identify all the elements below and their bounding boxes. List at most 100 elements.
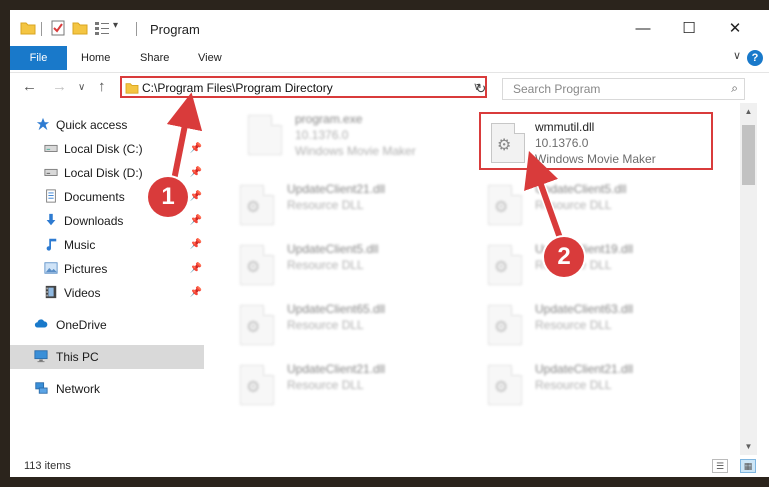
file-description: Resource DLL bbox=[535, 318, 612, 332]
new-folder-icon[interactable] bbox=[72, 20, 88, 36]
sidebar-item-label: Videos bbox=[64, 286, 101, 300]
sidebar-item-label: Quick access bbox=[56, 118, 128, 132]
file-item[interactable]: ⚙ UpdateClient21.dll Resource DLL bbox=[473, 360, 693, 410]
large-icons-view-icon[interactable]: ▦ bbox=[740, 459, 756, 473]
pin-icon[interactable]: 📌 bbox=[190, 137, 202, 161]
gear-icon: ⚙ bbox=[494, 259, 509, 276]
file-item[interactable]: ⚙ UpdateClient21.dll Resource DLL bbox=[225, 180, 445, 230]
tab-file[interactable]: File bbox=[10, 46, 67, 70]
gear-icon: ⚙ bbox=[246, 379, 261, 396]
videos-icon bbox=[45, 285, 57, 299]
sidebar-item-onedrive[interactable]: OneDrive bbox=[10, 313, 204, 337]
scroll-down-icon[interactable]: ▼ bbox=[740, 438, 757, 455]
scroll-up-icon[interactable]: ▲ bbox=[740, 103, 757, 120]
file-highlight-box bbox=[479, 112, 713, 170]
tab-share[interactable]: Share bbox=[140, 46, 169, 70]
drive-icon bbox=[44, 144, 58, 152]
file-name: UpdateClient21.dll bbox=[287, 182, 386, 196]
download-icon bbox=[46, 213, 56, 226]
properties-icon[interactable] bbox=[50, 20, 66, 36]
sidebar-item-quick-access[interactable]: Quick access bbox=[10, 113, 204, 137]
up-button[interactable]: ↑ bbox=[98, 78, 106, 95]
sidebar-item-this-pc[interactable]: This PC bbox=[10, 345, 204, 369]
file-item[interactable]: ⚙ UpdateClient5.dll Resource DLL bbox=[225, 240, 445, 290]
file-name: UpdateClient65.dll bbox=[287, 302, 386, 316]
sidebar-item-local-disk-c[interactable]: Local Disk (C:) 📌 bbox=[10, 137, 204, 161]
pin-icon[interactable]: 📌 bbox=[190, 185, 202, 209]
help-icon[interactable]: ? bbox=[747, 50, 763, 66]
scroll-thumb[interactable] bbox=[742, 125, 755, 185]
title-bar: ▾ Program — ☐ ✕ bbox=[10, 10, 769, 46]
file-item[interactable]: ⚙ UpdateClient63.dll Resource DLL bbox=[473, 300, 693, 350]
pin-icon[interactable]: 📌 bbox=[190, 281, 202, 305]
close-button[interactable]: ✕ bbox=[712, 10, 758, 46]
forward-button[interactable]: → bbox=[52, 78, 67, 95]
file-item[interactable]: ⚙ UpdateClient65.dll Resource DLL bbox=[225, 300, 445, 350]
file-name: UpdateClient21.dll bbox=[535, 362, 634, 376]
file-item[interactable]: ⚙ UpdateClient21.dll Resource DLL bbox=[225, 360, 445, 410]
pin-icon[interactable]: 📌 bbox=[190, 209, 202, 233]
toolbar-separator bbox=[136, 22, 137, 36]
file-description: Resource DLL bbox=[287, 198, 364, 212]
gear-icon: ⚙ bbox=[246, 199, 261, 216]
file-description: Resource DLL bbox=[535, 198, 612, 212]
back-button[interactable]: ← bbox=[22, 78, 37, 95]
sidebar-item-music[interactable]: Music 📌 bbox=[10, 233, 204, 257]
file-name: UpdateClient5.dll bbox=[287, 242, 379, 256]
pin-icon[interactable]: 📌 bbox=[190, 257, 202, 281]
exe-file-icon bbox=[248, 115, 282, 155]
view-options-icon[interactable] bbox=[94, 20, 110, 36]
sidebar-item-pictures[interactable]: Pictures 📌 bbox=[10, 257, 204, 281]
address-bar[interactable]: C:\Program Files\Program Directory ∨ bbox=[120, 76, 487, 98]
refresh-button[interactable]: ↻ bbox=[470, 79, 492, 99]
address-path: C:\Program Files\Program Directory bbox=[142, 81, 333, 95]
file-item[interactable]: ⚙ UpdateClient5.dll Resource DLL bbox=[473, 180, 693, 230]
sidebar-item-label: Downloads bbox=[64, 214, 124, 228]
minimize-button[interactable]: — bbox=[620, 10, 666, 46]
status-bar: 113 items ☰ ▦ bbox=[10, 455, 769, 477]
file-description: Resource DLL bbox=[535, 378, 612, 392]
file-description: Windows Movie Maker bbox=[295, 144, 416, 158]
cloud-icon bbox=[34, 319, 48, 328]
maximize-button[interactable]: ☐ bbox=[666, 10, 712, 46]
sidebar-item-label: OneDrive bbox=[56, 318, 107, 332]
sidebar-item-label: This PC bbox=[56, 350, 99, 364]
pin-icon[interactable]: 📌 bbox=[190, 233, 202, 257]
vertical-scrollbar[interactable]: ▲ ▼ bbox=[740, 103, 757, 455]
window-title: Program bbox=[150, 22, 200, 37]
pin-icon[interactable]: 📌 bbox=[190, 161, 202, 185]
navigation-bar: ← → ∨ ↑ C:\Program Files\Program Directo… bbox=[10, 72, 769, 103]
file-name: UpdateClient5.dll bbox=[535, 182, 627, 196]
file-name: UpdateClient21.dll bbox=[287, 362, 386, 376]
pictures-icon bbox=[44, 262, 58, 274]
sidebar-item-label: Music bbox=[64, 238, 96, 252]
file-version: 10.1376.0 bbox=[295, 128, 349, 142]
details-view-icon[interactable]: ☰ bbox=[712, 459, 728, 473]
tab-home[interactable]: Home bbox=[81, 46, 110, 70]
file-item[interactable]: ⚙ UpdateClient19.dll Resource DLL bbox=[473, 240, 693, 290]
star-icon bbox=[36, 117, 50, 131]
sidebar-item-network[interactable]: Network bbox=[10, 377, 204, 401]
sidebar-item-label: Pictures bbox=[64, 262, 108, 276]
customize-toolbar-icon[interactable]: ▾ bbox=[113, 20, 118, 31]
sidebar-item-videos[interactable]: Videos 📌 bbox=[10, 281, 204, 305]
computer-icon bbox=[34, 350, 48, 363]
folder-icon bbox=[125, 83, 139, 94]
file-item[interactable]: program.exe 10.1376.0 Windows Movie Make… bbox=[233, 110, 453, 160]
folder-icon bbox=[20, 22, 36, 35]
recent-locations-button[interactable]: ∨ bbox=[78, 82, 85, 93]
network-icon bbox=[35, 382, 48, 394]
expand-ribbon-icon[interactable]: ∨ bbox=[733, 49, 741, 62]
file-description: Resource DLL bbox=[287, 258, 364, 272]
callout-badge-1: 1 bbox=[148, 177, 188, 217]
item-count: 113 items bbox=[24, 460, 71, 472]
sidebar-item-label: Local Disk (C:) bbox=[64, 142, 143, 156]
toolbar-separator bbox=[41, 22, 42, 36]
search-input[interactable]: Search Program ⌕ bbox=[502, 78, 745, 100]
file-description: Resource DLL bbox=[287, 318, 364, 332]
sidebar-item-label: Documents bbox=[64, 190, 125, 204]
sidebar-item-label: Local Disk (D:) bbox=[64, 166, 143, 180]
documents-icon bbox=[46, 189, 56, 203]
navigation-pane: Quick access Local Disk (C:) 📌 Local Dis… bbox=[10, 110, 206, 455]
tab-view[interactable]: View bbox=[198, 46, 222, 70]
